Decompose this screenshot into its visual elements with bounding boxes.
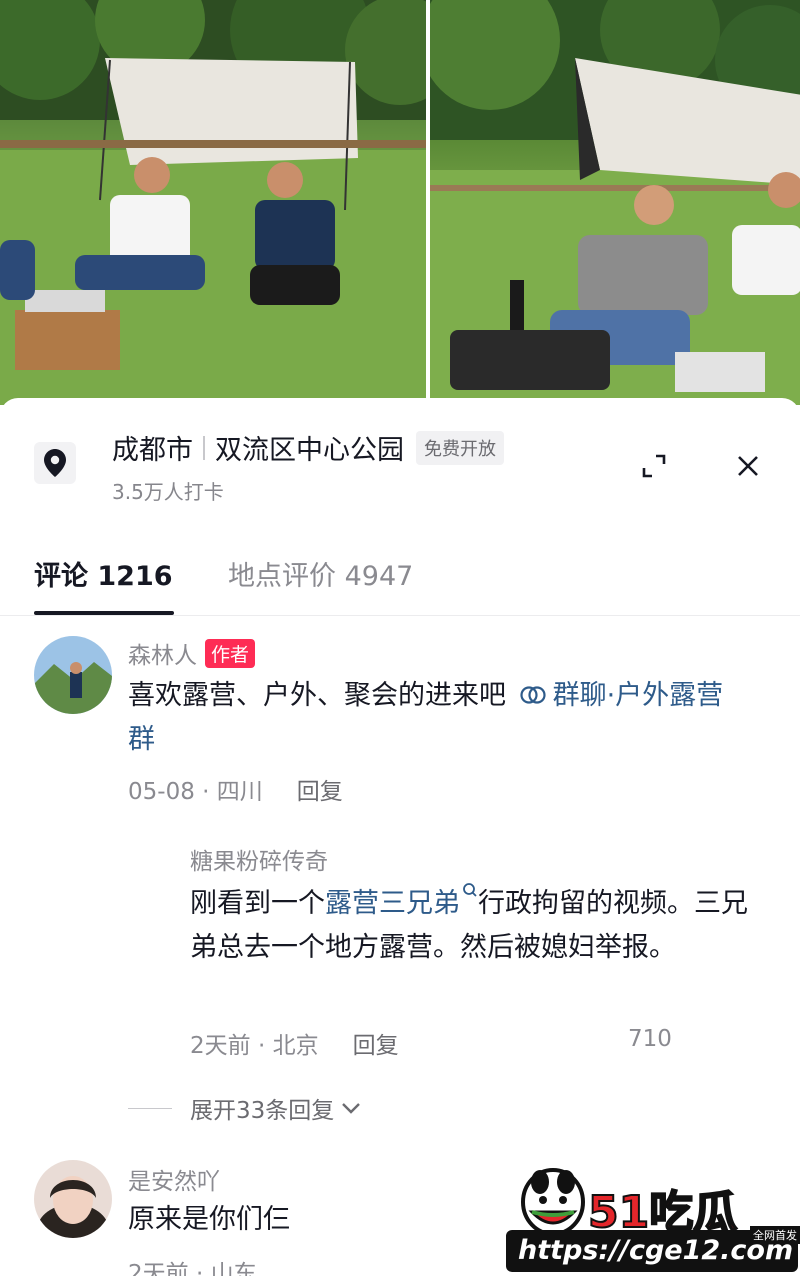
comment-meta: 2天前 · 山东 [128, 1254, 257, 1276]
search-term-link[interactable]: 露营三兄弟 [325, 883, 478, 919]
watermark-tag: 全网首发 [750, 1226, 800, 1244]
avatar[interactable] [34, 1160, 112, 1238]
checkin-count: 3.5万人打卡 [112, 480, 224, 504]
photo-left[interactable] [0, 0, 426, 405]
location-place: 双流区中心公园 [215, 435, 404, 466]
reply-button[interactable]: 回复 [353, 1033, 399, 1059]
group-chat-icon [519, 686, 546, 704]
close-button[interactable] [730, 448, 766, 484]
chevron-down-icon [342, 1103, 361, 1114]
reply-author[interactable]: 糖果粉碎传奇 [190, 842, 328, 876]
watermelon-mascot-icon [521, 1168, 585, 1236]
reply-meta: 2天前 · 北京 回复 [190, 1026, 399, 1060]
tab-bar: 评论 1216 地点评价 4947 [0, 548, 800, 616]
expand-replies-button[interactable]: 展开33条回复 [128, 1091, 362, 1125]
location-title[interactable]: 成都市 双流区中心公园 免费开放 [112, 428, 504, 467]
photo-right[interactable] [429, 0, 800, 405]
comment-author-name: 森林人 [128, 643, 197, 669]
search-icon [463, 883, 477, 897]
avatar[interactable] [34, 636, 112, 714]
comment-author[interactable]: 是安然吖 [128, 1162, 220, 1196]
expand-replies-label: 展开33条回复 [190, 1098, 335, 1124]
active-tab-indicator [34, 611, 174, 615]
expand-button[interactable] [636, 448, 672, 484]
comment-date: 05-08 · 四川 [128, 779, 263, 805]
search-term-text: 露营三兄弟 [325, 888, 460, 919]
location-header[interactable]: 成都市 双流区中心公园 免费开放 3.5万人打卡 [0, 398, 800, 508]
reply-date: 2天前 · 北京 [190, 1033, 319, 1059]
reply-button[interactable]: 回复 [297, 779, 343, 805]
divider-dash [128, 1107, 172, 1109]
comment-text-plain: 喜欢露营、户外、聚会的进来吧 [128, 680, 506, 711]
free-badge: 免费开放 [416, 430, 504, 465]
comment-meta: 05-08 · 四川 回复 [128, 772, 343, 806]
comment-date: 2天前 · 山东 [128, 1261, 257, 1276]
location-photos[interactable] [0, 0, 800, 405]
watermark: 51吃瓜 https://cge12.com 全网首发 [504, 1156, 800, 1276]
like-count[interactable]: 710 [628, 1026, 672, 1052]
reply-text: 刚看到一个露营三兄弟 行政拘留的视频。三兄弟总去一个地方露营。然后被媳妇举报。 [190, 882, 770, 970]
tab-comments[interactable]: 评论 1216 [34, 554, 173, 593]
title-separator [203, 435, 205, 460]
comments-sheet: 成都市 双流区中心公园 免费开放 3.5万人打卡 评论 1216 地点评价 49… [0, 398, 800, 1276]
close-icon [738, 456, 758, 476]
reply-text-pre: 刚看到一个 [190, 888, 325, 919]
location-city: 成都市 [112, 435, 193, 466]
comment-author[interactable]: 森林人 作者 [128, 636, 256, 670]
comment-text: 喜欢露营、户外、聚会的进来吧 群聊·户外露营群 [128, 674, 748, 762]
expand-icon [642, 454, 666, 478]
location-pin-icon [34, 442, 76, 484]
author-tag: 作者 [205, 639, 256, 668]
tab-place-reviews[interactable]: 地点评价 4947 [228, 554, 413, 593]
